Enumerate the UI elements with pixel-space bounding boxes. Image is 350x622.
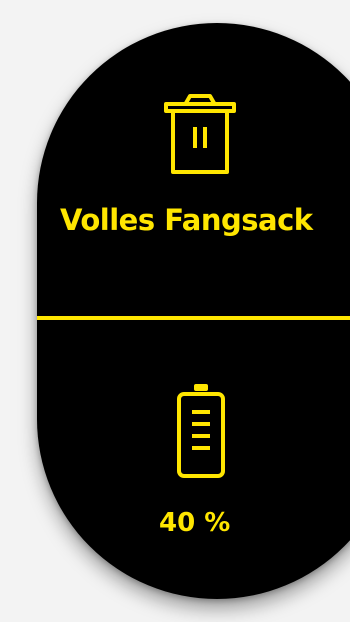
- divider: [37, 316, 350, 320]
- trash-full-icon: [164, 94, 236, 174]
- battery-level: 40 %: [159, 508, 231, 538]
- battery-icon: [177, 384, 225, 478]
- screen: Volles Fangsack 40 %: [0, 0, 350, 622]
- status-title: Volles Fangsack: [60, 203, 313, 237]
